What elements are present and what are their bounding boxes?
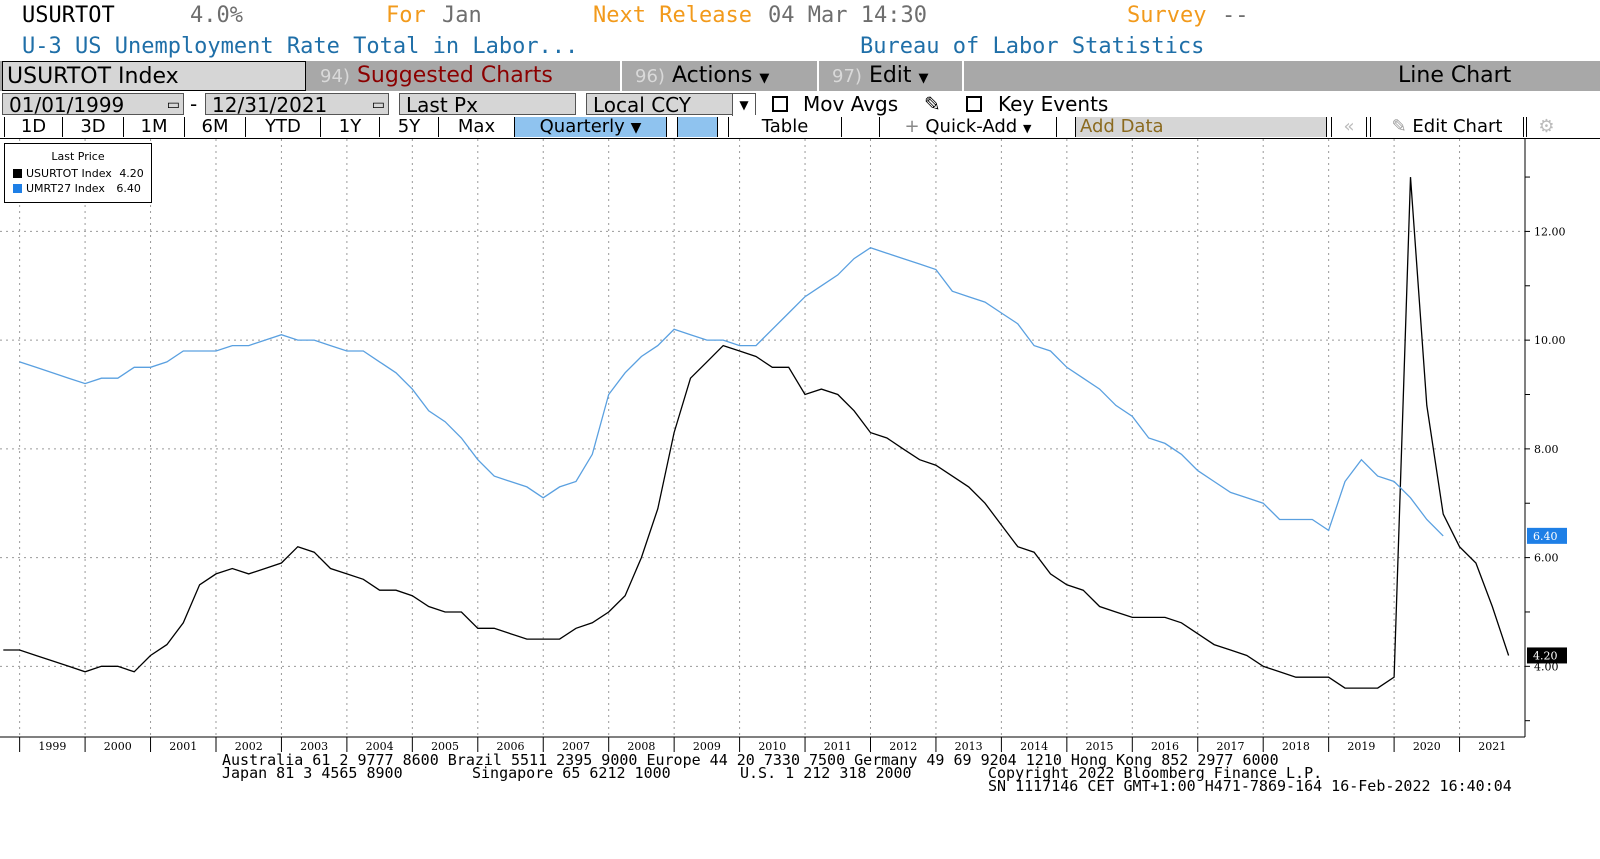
x-tick-label: 2021 (1478, 740, 1506, 753)
legend-name: USURTOT Index (26, 167, 112, 180)
chart-grid (0, 139, 1525, 737)
x-tick-label: 2000 (104, 740, 132, 753)
last-value-labels: 4.20 6.40 (1527, 527, 1567, 664)
series-line-0 (3, 177, 1510, 689)
legend-value: 6.40 (116, 182, 141, 195)
last-value-label: 4.20 (1533, 649, 1558, 662)
line-chart[interactable]: 1999 2000 2001 2002 2003 2004 2005 2006 2007 2008… (0, 0, 1600, 859)
footer-singapore: Singapore 65 6212 1000 (472, 764, 671, 782)
y-tick-label: 10.00 (1534, 334, 1566, 347)
footer-us: U.S. 1 212 318 2000 (740, 764, 912, 782)
footer-session: SN 1117146 CET GMT+1:00 H471-7869-164 16… (988, 777, 1512, 795)
legend-swatch (13, 184, 22, 193)
series-line-1 (19, 246, 1444, 537)
last-value-label: 6.40 (1533, 530, 1558, 543)
y-tick-label: 12.00 (1534, 225, 1566, 238)
legend-value: 4.20 (119, 167, 144, 180)
chart-series (3, 177, 1510, 689)
y-tick-label: 8.00 (1534, 443, 1559, 456)
x-tick-label: 1999 (38, 740, 66, 753)
legend-swatch (13, 169, 22, 178)
footer-japan: Japan 81 3 4565 8900 (222, 764, 403, 782)
legend-name: UMRT27 Index (26, 182, 105, 195)
chart-legend: Last Price USURTOT Index 4.20 UMRT27 Ind… (4, 143, 152, 203)
legend-entry-usurtot: USURTOT Index 4.20 (13, 167, 144, 180)
y-axis-labels: 4.006.008.0010.0012.00 (1534, 225, 1566, 673)
x-tick-label: 2019 (1347, 740, 1375, 753)
legend-entry-umrt27: UMRT27 Index 6.40 (13, 182, 141, 195)
x-tick-label: 2020 (1413, 740, 1441, 753)
y-tick-label: 6.00 (1534, 552, 1559, 565)
x-tick-label: 2001 (169, 740, 197, 753)
x-tick-label: 2018 (1282, 740, 1310, 753)
legend-title: Last Price (51, 150, 105, 163)
